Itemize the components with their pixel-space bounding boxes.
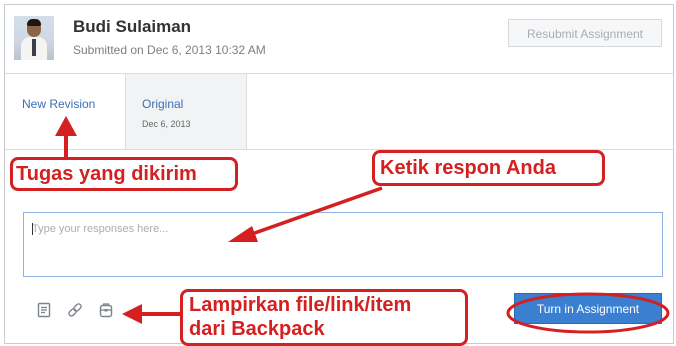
backpack-icon[interactable] — [97, 301, 115, 319]
callout-attach-line2: dari Backpack — [189, 318, 325, 340]
turn-in-assignment-button[interactable]: Turn in Assignment — [514, 293, 662, 324]
tab-original[interactable]: Original Dec 6, 2013 — [126, 74, 247, 149]
link-icon[interactable] — [66, 301, 84, 319]
response-input[interactable] — [23, 212, 663, 277]
callout-type-response: Ketik respon Anda — [372, 150, 605, 186]
text-caret — [32, 223, 33, 235]
callout-attach: Lampirkan file/link/item dari Backpack — [180, 289, 468, 346]
tab-new-revision[interactable]: New Revision — [5, 74, 126, 149]
callout-submitted-task: Tugas yang dikirim — [10, 157, 238, 191]
revision-tabs: New Revision Original Dec 6, 2013 — [5, 74, 673, 150]
callout-attach-line1: Lampirkan file/link/item — [189, 294, 412, 316]
tab-new-revision-label: New Revision — [22, 97, 96, 111]
avatar — [14, 16, 54, 60]
tab-original-date: Dec 6, 2013 — [142, 119, 191, 129]
tab-original-label: Original — [142, 97, 184, 111]
resubmit-assignment-button[interactable]: Resubmit Assignment — [508, 19, 662, 47]
submitted-timestamp: Submitted on Dec 6, 2013 10:32 AM — [73, 43, 266, 57]
user-name: Budi Sulaiman — [73, 17, 192, 36]
submission-header: Budi Sulaiman Submitted on Dec 6, 2013 1… — [5, 5, 673, 74]
file-icon[interactable] — [35, 301, 53, 319]
